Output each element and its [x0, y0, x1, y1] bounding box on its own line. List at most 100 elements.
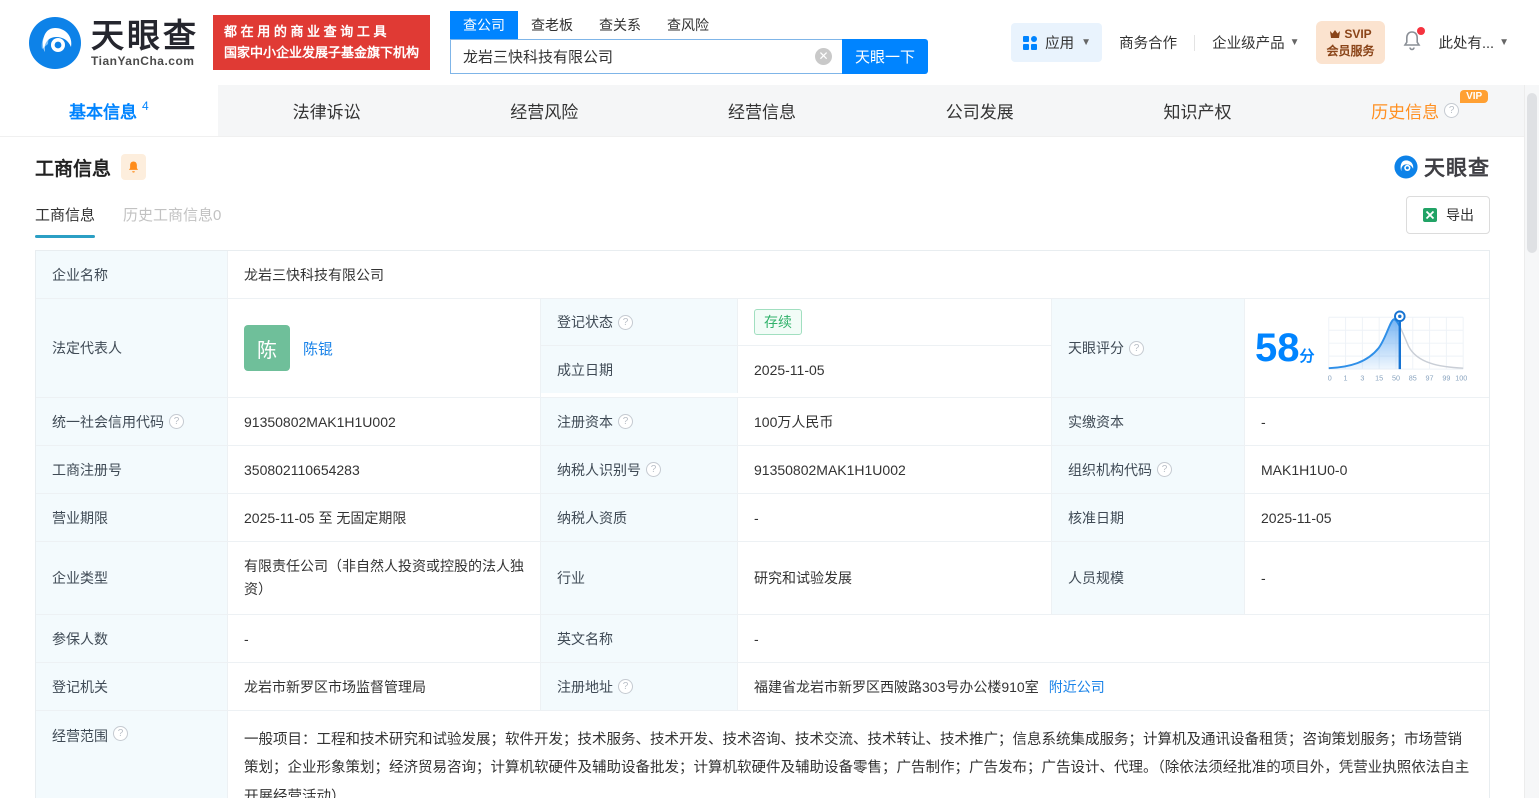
apps-label: 应用: [1045, 36, 1075, 52]
tab-legal-proceedings[interactable]: 法律诉讼: [218, 85, 436, 136]
help-icon[interactable]: ?: [618, 314, 633, 330]
field-label-credit-code: 统一社会信用代码?: [36, 398, 228, 445]
section-title: 工商信息: [35, 158, 112, 180]
nearby-companies-link[interactable]: 附近公司: [1049, 677, 1105, 697]
svg-text:15: 15: [1375, 374, 1383, 383]
tianyancha-logo[interactable]: 天眼查 TianYanCha.com: [28, 16, 199, 70]
monitor-bell-button[interactable]: [121, 154, 147, 180]
search-tab-risk[interactable]: 查风险: [654, 11, 722, 39]
svg-text:85: 85: [1408, 374, 1416, 383]
tab-company-development[interactable]: 公司发展: [871, 85, 1089, 136]
tab-basic-info[interactable]: 基本信息 4: [0, 85, 218, 136]
tab-operating-info[interactable]: 经营信息: [653, 85, 871, 136]
search-button[interactable]: 天眼一下: [842, 39, 929, 74]
field-label-org-code: 组织机构代码?: [1052, 446, 1245, 493]
apps-grid-icon: [1023, 35, 1038, 50]
search-tab-relation[interactable]: 查关系: [586, 11, 654, 39]
field-value-credit-code: 91350802MAK1H1U002: [228, 398, 541, 445]
svip-label: SVIP: [1344, 27, 1372, 42]
field-label-insured-count: 参保人数: [36, 615, 228, 663]
svip-sublabel: 会员服务: [1326, 43, 1375, 58]
legal-rep-name-link[interactable]: 陈锟: [303, 338, 333, 359]
field-value-tyc-score: 58分 0 1 3 15 50 85 97 99 100: [1245, 299, 1491, 397]
business-coop-link[interactable]: 商务合作: [1119, 32, 1177, 53]
field-value-business-term: 2025-11-05 至 无固定期限: [228, 494, 541, 541]
tab-operating-risk[interactable]: 经营风险: [435, 85, 653, 136]
field-value-establish-date: 2025-11-05: [754, 361, 825, 378]
field-label-reg-authority: 登记机关: [36, 663, 228, 711]
help-icon[interactable]: ?: [1129, 340, 1144, 356]
field-value-english-name: -: [754, 630, 759, 647]
svg-text:1: 1: [1343, 374, 1347, 383]
scrollbar-thumb[interactable]: [1527, 93, 1537, 253]
chevron-down-icon: ▼: [1499, 37, 1509, 48]
field-label-company-name: 企业名称: [36, 251, 228, 298]
tab-history-info[interactable]: VIP 历史信息 ?: [1306, 85, 1524, 136]
tab-intellectual-property[interactable]: 知识产权: [1089, 85, 1307, 136]
logo-text-cn: 天眼查: [91, 16, 199, 54]
export-button[interactable]: 导出: [1406, 196, 1490, 234]
field-label-legal-rep: 法定代表人: [36, 299, 228, 397]
field-value-org-code: MAK1H1U0-0: [1261, 461, 1348, 478]
field-value-reg-capital: 100万人民币: [738, 398, 1052, 445]
notification-bell[interactable]: [1402, 27, 1425, 55]
field-label-staff-size: 人员规模: [1052, 542, 1245, 615]
help-icon[interactable]: ?: [1444, 103, 1460, 118]
header-right-menu: 应用 ▼ 商务合作 企业级产品 ▼ SVIP 会员服务 此处有... ▼: [1011, 21, 1510, 64]
help-icon[interactable]: ?: [646, 462, 661, 477]
subtab-business-info[interactable]: 工商信息: [35, 204, 96, 238]
field-value-reg-number: 350802110654283: [228, 446, 541, 493]
logo-text-en: TianYanCha.com: [91, 53, 195, 68]
field-label-company-type: 企业类型: [36, 542, 228, 615]
search-input[interactable]: [450, 39, 843, 74]
help-icon[interactable]: ?: [618, 414, 633, 429]
watermark-text: 天眼查: [1424, 157, 1490, 180]
field-label-business-scope: 经营范围?: [36, 711, 228, 798]
chevron-down-icon: ▼: [1289, 37, 1300, 48]
apps-menu[interactable]: 应用 ▼: [1011, 23, 1103, 62]
field-value-taxpayer-id: 91350802MAK1H1U002: [738, 446, 1052, 493]
search-area: 查公司 查老板 查关系 查风险 ✕ 天眼一下: [450, 11, 929, 74]
field-label-business-term: 营业期限: [36, 494, 228, 541]
divider: [1194, 34, 1196, 51]
field-label-english-name: 英文名称: [541, 615, 738, 663]
search-tab-boss[interactable]: 查老板: [518, 11, 586, 39]
crown-icon: [1330, 30, 1341, 39]
field-label-reg-capital: 注册资本?: [541, 398, 738, 445]
tab-basic-info-count: 4: [142, 98, 149, 113]
field-label-establish-date: 成立日期: [541, 346, 738, 393]
svip-member-button[interactable]: SVIP 会员服务: [1316, 21, 1385, 64]
field-label-reg-address: 注册地址?: [541, 663, 738, 711]
enterprise-products-menu[interactable]: 企业级产品 ▼: [1212, 32, 1299, 53]
bell-icon: [128, 161, 139, 173]
svg-text:97: 97: [1425, 374, 1433, 383]
header: 天眼查 TianYanCha.com 都 在 用 的 商 业 查 询 工 具 国…: [0, 0, 1539, 85]
subtab-history-business-info[interactable]: 历史工商信息0: [123, 204, 221, 238]
field-label-reg-number: 工商注册号: [36, 446, 228, 493]
promo-line2: 国家中小企业发展子基金旗下机构: [224, 44, 420, 60]
help-icon[interactable]: ?: [113, 726, 128, 742]
help-icon[interactable]: ?: [618, 679, 633, 695]
field-value-reg-authority: 龙岩市新罗区市场监督管理局: [228, 663, 541, 711]
svg-text:0: 0: [1327, 374, 1331, 383]
help-icon[interactable]: ?: [169, 414, 184, 429]
field-value-taxpayer-quality: -: [738, 494, 1052, 541]
tianyancha-watermark: 天眼查: [1394, 152, 1490, 182]
clear-search-icon[interactable]: ✕: [815, 48, 833, 65]
search-tab-company[interactable]: 查公司: [450, 11, 519, 39]
field-value-legal-rep: 陈 陈锟: [228, 299, 541, 397]
field-label-tyc-score: 天眼评分?: [1052, 299, 1245, 397]
promo-line1: 都 在 用 的 商 业 查 询 工 具: [224, 24, 387, 40]
user-account-menu[interactable]: 此处有... ▼: [1439, 32, 1510, 53]
score-number: 58: [1255, 326, 1300, 370]
search-tabs: 查公司 查老板 查关系 查风险: [450, 11, 928, 39]
field-value-approval-date: 2025-11-05: [1261, 509, 1332, 526]
legal-rep-avatar[interactable]: 陈: [244, 325, 290, 371]
enterprise-products-label: 企业级产品: [1212, 36, 1285, 52]
notification-dot: [1416, 27, 1425, 35]
help-icon[interactable]: ?: [1157, 462, 1172, 477]
field-label-approval-date: 核准日期: [1052, 494, 1245, 541]
field-label-taxpayer-quality: 纳税人资质: [541, 494, 738, 541]
chevron-down-icon: ▼: [1081, 37, 1092, 48]
field-value-industry: 研究和试验发展: [738, 542, 1052, 615]
